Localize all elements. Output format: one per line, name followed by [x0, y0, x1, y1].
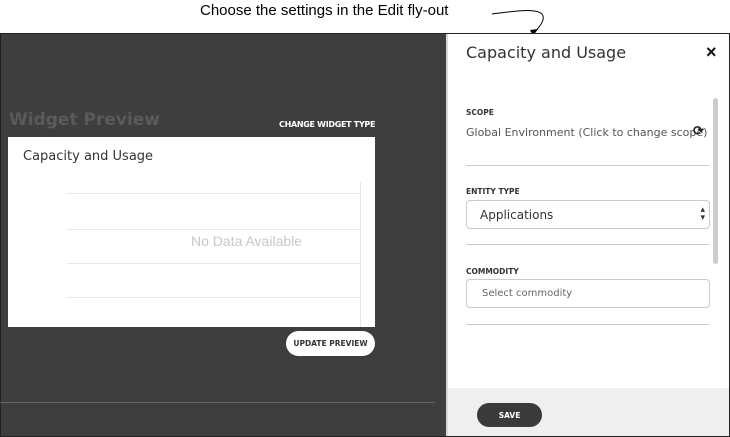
divider [466, 244, 709, 245]
gridline [67, 229, 361, 230]
commodity-placeholder: Select commodity [482, 288, 573, 299]
gridline [67, 193, 361, 194]
widget-preview-card: Capacity and Usage No Data Available [8, 137, 375, 327]
annotation-arrow-icon [491, 10, 544, 36]
divider [466, 324, 709, 325]
axis-line [360, 182, 361, 327]
widget-preview-title: Widget Preview [9, 110, 161, 130]
flyout-footer: SAVE [448, 388, 729, 436]
change-widget-type-link[interactable]: CHANGE WIDGET TYPE [279, 120, 375, 129]
save-button[interactable]: SAVE [477, 403, 542, 427]
flyout-title: Capacity and Usage [466, 43, 627, 62]
scope-label: SCOPE [466, 108, 494, 117]
update-preview-button[interactable]: UPDATE PREVIEW [286, 331, 375, 356]
close-icon[interactable]: × [706, 42, 717, 63]
entity-type-label: ENTITY TYPE [466, 187, 520, 196]
edit-flyout: Capacity and Usage × SCOPE Global Enviro… [446, 34, 729, 436]
gridline [67, 297, 361, 298]
divider [0, 402, 435, 403]
no-data-message: No Data Available [191, 233, 303, 249]
commodity-label: COMMODITY [466, 267, 519, 276]
card-title: Capacity and Usage [23, 149, 154, 164]
entity-type-select[interactable]: Applications ▴ ▾ [466, 200, 710, 229]
scrollbar[interactable] [713, 98, 718, 264]
annotation-caption: Choose the settings in the Edit fly-out [200, 2, 449, 19]
scope-selector[interactable]: Global Environment (Click to change scop… [466, 126, 707, 139]
entity-type-value: Applications [480, 208, 554, 222]
gridline [67, 263, 361, 264]
divider [466, 165, 709, 166]
select-arrows-icon: ▴ ▾ [700, 205, 705, 223]
refresh-icon[interactable]: ⟳ [693, 123, 704, 139]
commodity-input[interactable]: Select commodity [466, 279, 710, 308]
